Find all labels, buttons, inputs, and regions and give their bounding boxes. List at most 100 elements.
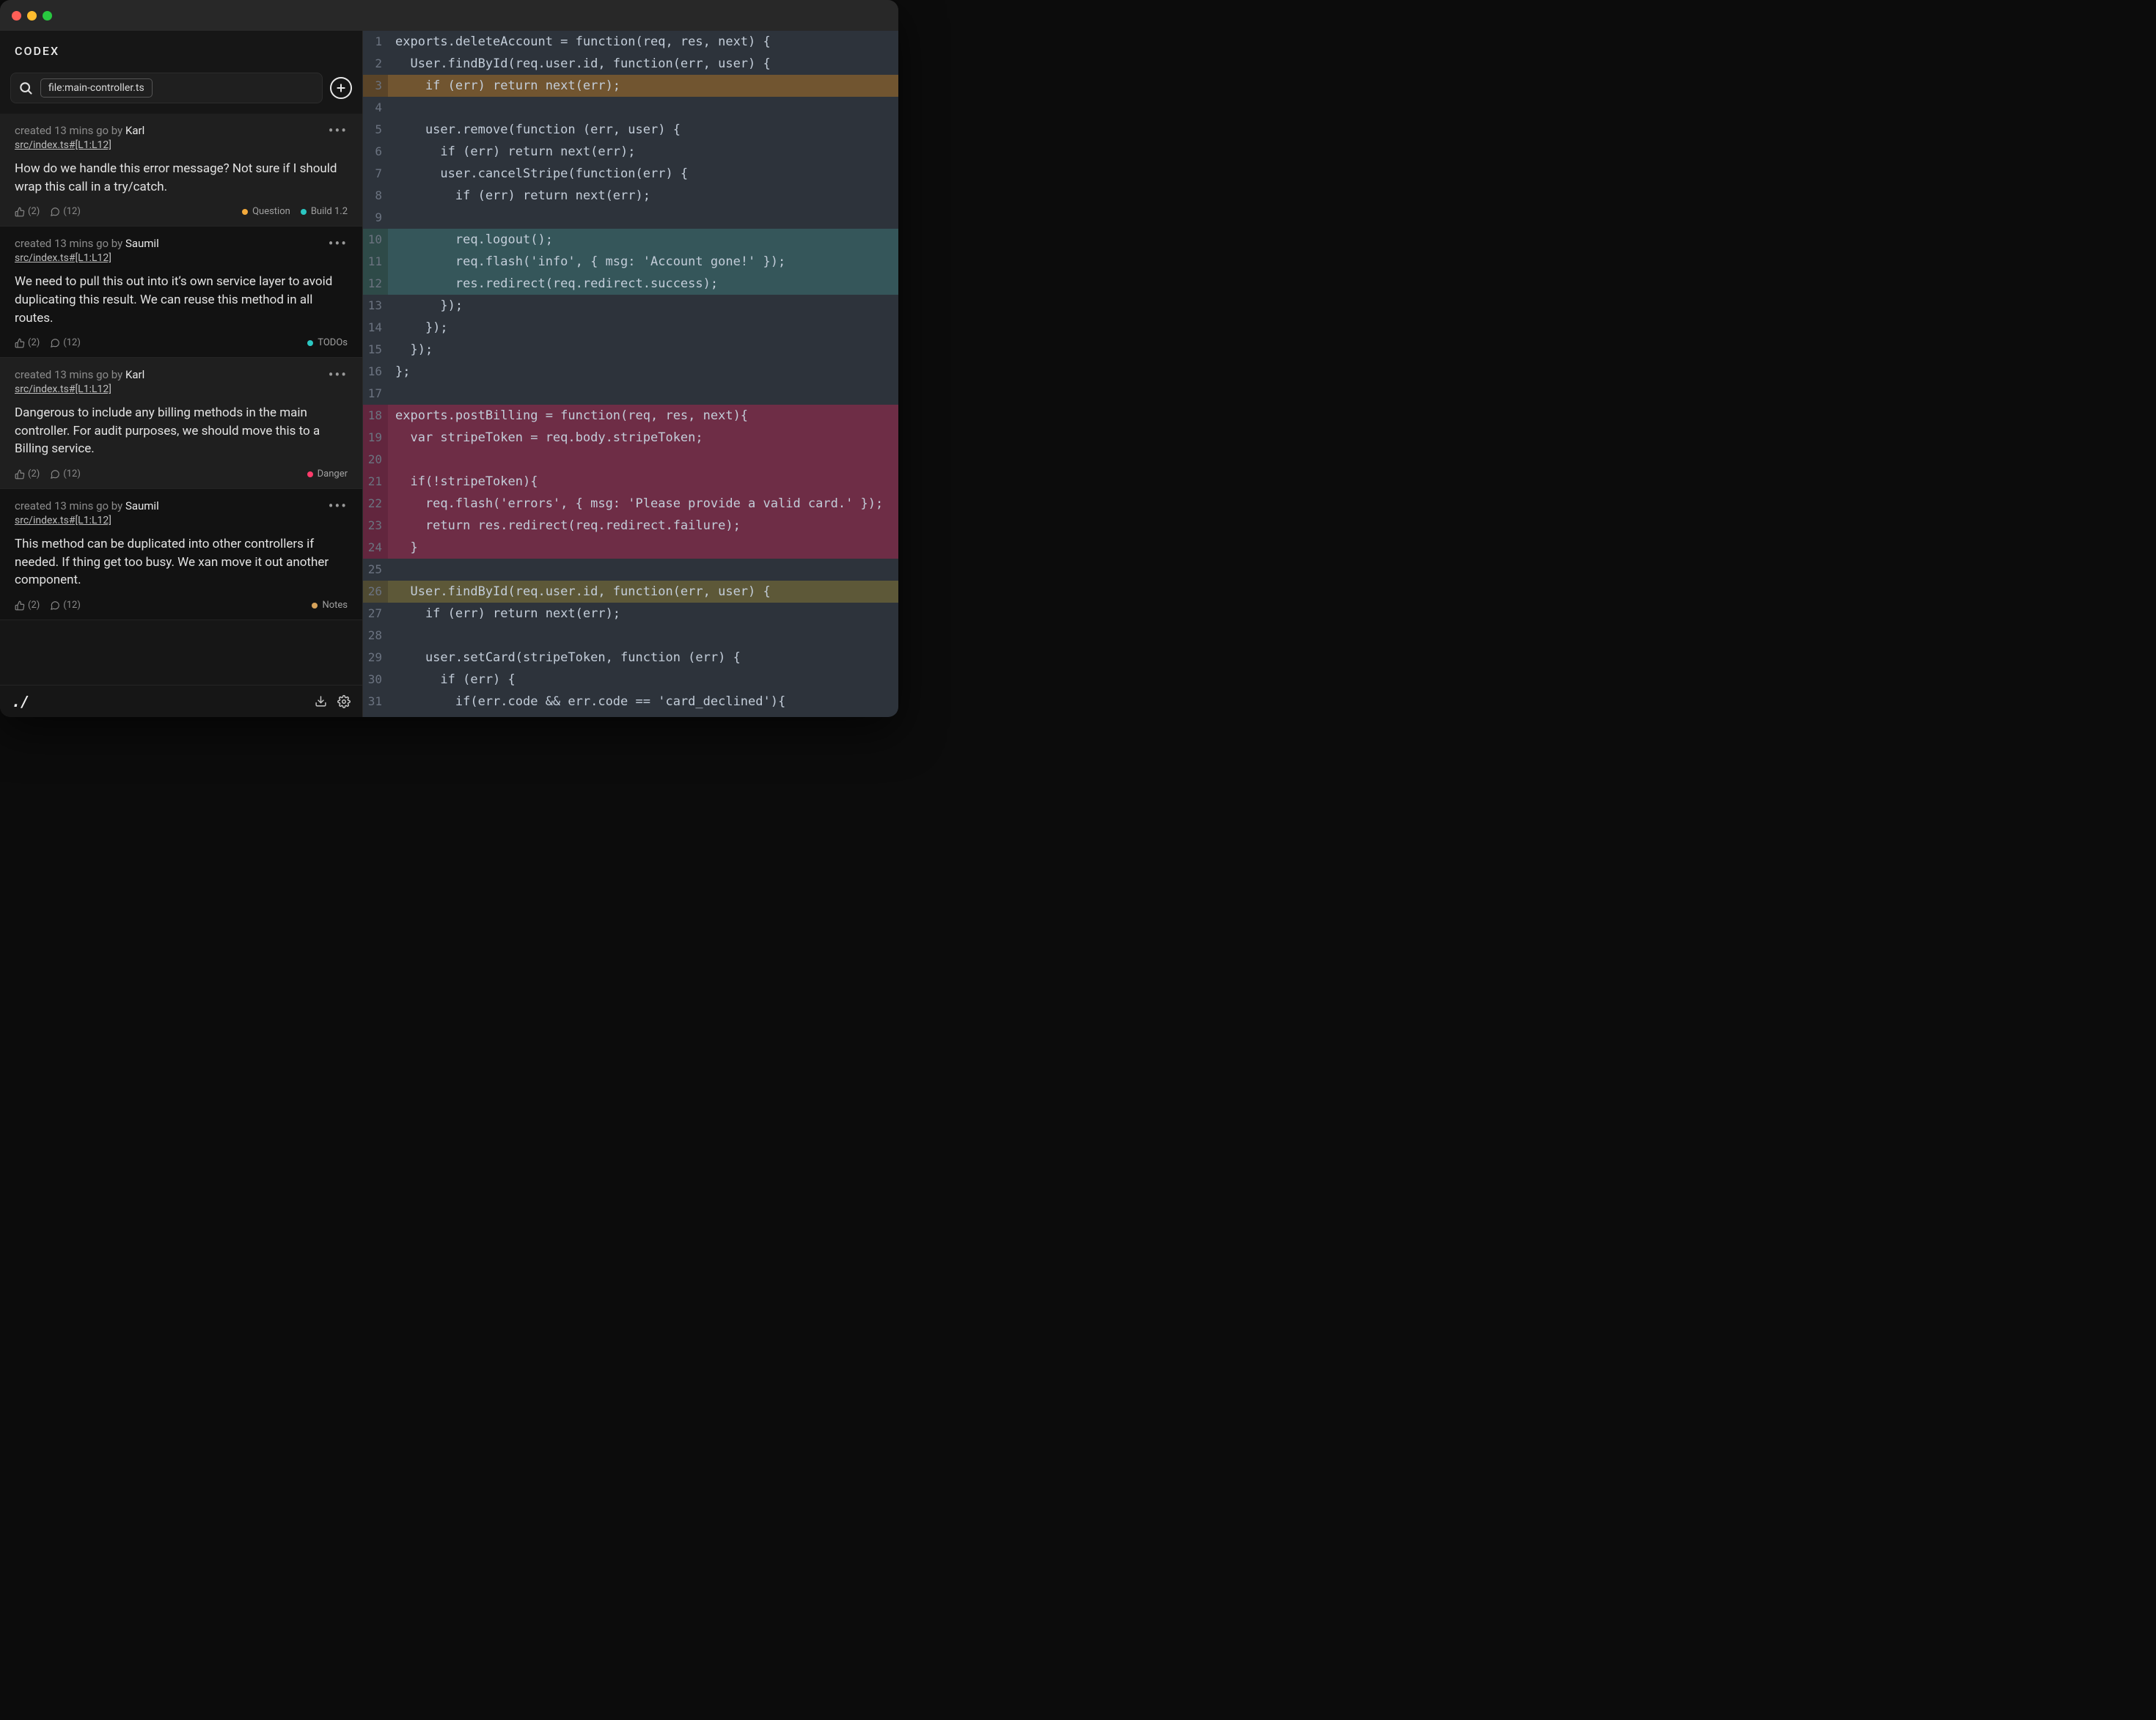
comment-button[interactable]: (12) xyxy=(50,206,81,217)
code-line[interactable]: 1exports.deleteAccount = function(req, r… xyxy=(363,31,898,53)
comment-button[interactable]: (12) xyxy=(50,600,81,611)
card-meta: created 13 mins go by Saumil xyxy=(15,499,159,512)
download-icon[interactable] xyxy=(315,695,327,708)
like-count: (2) xyxy=(28,600,40,611)
code-text: if (err) return next(err); xyxy=(388,75,898,97)
like-button[interactable]: (2) xyxy=(15,337,40,348)
sidebar: CODEX file:main-controller.ts created 13… xyxy=(0,31,363,717)
code-line[interactable]: 12 res.redirect(req.redirect.success); xyxy=(363,273,898,295)
line-number: 18 xyxy=(363,405,388,427)
comment-count: (12) xyxy=(63,337,81,348)
code-text: } xyxy=(388,537,898,559)
code-line[interactable]: 28 xyxy=(363,625,898,647)
code-line[interactable]: 11 req.flash('info', { msg: 'Account gon… xyxy=(363,251,898,273)
comment-card[interactable]: created 13 mins go by Karlsrc/index.ts#[… xyxy=(0,114,362,227)
comment-card[interactable]: created 13 mins go by Saumilsrc/index.ts… xyxy=(0,227,362,358)
comment-card[interactable]: created 13 mins go by Karl src/index.ts#[… xyxy=(0,358,362,489)
gear-icon[interactable] xyxy=(337,695,351,708)
code-line[interactable]: 8 if (err) return next(err); xyxy=(363,185,898,207)
maximize-icon[interactable] xyxy=(43,11,52,21)
code-line[interactable]: 25 xyxy=(363,559,898,581)
more-icon[interactable]: ••• xyxy=(329,124,348,134)
like-count: (2) xyxy=(28,468,40,479)
code-text xyxy=(388,97,898,119)
titlebar[interactable] xyxy=(0,0,898,31)
more-icon[interactable]: ••• xyxy=(329,237,348,247)
line-number: 28 xyxy=(363,625,388,647)
search-input[interactable]: file:main-controller.ts xyxy=(10,73,323,103)
app-body: CODEX file:main-controller.ts created 13… xyxy=(0,31,898,717)
code-line[interactable]: 21 if(!stripeToken){ xyxy=(363,471,898,493)
like-button[interactable]: (2) xyxy=(15,468,40,479)
line-number: 12 xyxy=(363,273,388,295)
line-number: 31 xyxy=(363,691,388,713)
code-line[interactable]: 9 xyxy=(363,207,898,229)
comment-card[interactable]: created 13 mins go by Saumil src/index.ts… xyxy=(0,489,362,620)
code-line[interactable]: 29 user.setCard(stripeToken, function (e… xyxy=(363,647,898,669)
file-link[interactable]: src/index.ts#[L1:L12] xyxy=(15,139,111,151)
code-line[interactable]: 22 req.flash('errors', { msg: 'Please pr… xyxy=(363,493,898,515)
code-line[interactable]: 7 user.cancelStripe(function(err) { xyxy=(363,163,898,185)
like-button[interactable]: (2) xyxy=(15,206,40,217)
code-text: var stripeToken = req.body.stripeToken; xyxy=(388,427,898,449)
comment-count: (12) xyxy=(63,600,81,611)
code-line[interactable]: 24 } xyxy=(363,537,898,559)
code-line[interactable]: 13 }); xyxy=(363,295,898,317)
file-link[interactable]: src/index.ts#[L1:L12] xyxy=(15,383,111,395)
code-line[interactable]: 15 }); xyxy=(363,339,898,361)
file-link[interactable]: src/index.ts#[L1:L12] xyxy=(15,515,111,526)
card-list[interactable]: created 13 mins go by Karl src/index.ts#[… xyxy=(0,114,362,685)
card-body: This method can be duplicated into other… xyxy=(15,535,348,589)
tag[interactable]: Build 1.2 xyxy=(301,206,348,217)
comment-button[interactable]: (12) xyxy=(50,337,81,348)
search-chip[interactable]: file:main-controller.ts xyxy=(40,78,153,98)
tag-label: Notes xyxy=(322,600,348,611)
code-line[interactable]: 6 if (err) return next(err); xyxy=(363,141,898,163)
code-line[interactable]: 17 xyxy=(363,383,898,405)
code-line[interactable]: 5 user.remove(function (err, user) { xyxy=(363,119,898,141)
line-number: 26 xyxy=(363,581,388,603)
code-line[interactable]: 20 xyxy=(363,449,898,471)
comment-icon xyxy=(50,207,60,217)
code-text: if(!stripeToken){ xyxy=(388,471,898,493)
code-editor[interactable]: 1exports.deleteAccount = function(req, r… xyxy=(363,31,898,717)
code-line[interactable]: 30 if (err) { xyxy=(363,669,898,691)
code-text: user.remove(function (err, user) { xyxy=(388,119,898,141)
code-line[interactable]: 10 req.logout(); xyxy=(363,229,898,251)
more-icon[interactable]: ••• xyxy=(329,499,348,510)
line-number: 29 xyxy=(363,647,388,669)
code-line[interactable]: 3 if (err) return next(err); xyxy=(363,75,898,97)
line-number: 13 xyxy=(363,295,388,317)
code-line[interactable]: 31 if(err.code && err.code == 'card_decl… xyxy=(363,691,898,713)
card-meta: created 13 mins go by Karl xyxy=(15,368,144,381)
code-line[interactable]: 2 User.findById(req.user.id, function(er… xyxy=(363,53,898,75)
file-link[interactable]: src/index.ts#[L1:L12] xyxy=(15,252,111,264)
code-line[interactable]: 27 if (err) return next(err); xyxy=(363,603,898,625)
code-text: }); xyxy=(388,295,898,317)
code-line[interactable]: 18exports.postBilling = function(req, re… xyxy=(363,405,898,427)
add-button[interactable] xyxy=(330,77,352,99)
comment-icon xyxy=(50,338,60,348)
line-number: 6 xyxy=(363,141,388,163)
code-text xyxy=(388,625,898,647)
tag[interactable]: Question xyxy=(242,206,290,217)
search-row: file:main-controller.ts xyxy=(0,65,362,114)
code-line[interactable]: 4 xyxy=(363,97,898,119)
line-number: 30 xyxy=(363,669,388,691)
minimize-icon[interactable] xyxy=(27,11,37,21)
code-line[interactable]: 23 return res.redirect(req.redirect.fail… xyxy=(363,515,898,537)
code-line[interactable]: 16}; xyxy=(363,361,898,383)
card-body: How do we handle this error message? Not… xyxy=(15,160,348,196)
comment-button[interactable]: (12) xyxy=(50,468,81,479)
like-button[interactable]: (2) xyxy=(15,600,40,611)
code-line[interactable]: 14 }); xyxy=(363,317,898,339)
more-icon[interactable]: ••• xyxy=(329,368,348,378)
tag[interactable]: TODOs xyxy=(307,337,348,348)
code-text xyxy=(388,449,898,471)
code-text: user.setCard(stripeToken, function (err)… xyxy=(388,647,898,669)
tag[interactable]: Danger xyxy=(307,468,348,479)
close-icon[interactable] xyxy=(12,11,21,21)
code-line[interactable]: 19 var stripeToken = req.body.stripeToke… xyxy=(363,427,898,449)
tag[interactable]: Notes xyxy=(312,600,348,611)
code-line[interactable]: 26 User.findById(req.user.id, function(e… xyxy=(363,581,898,603)
